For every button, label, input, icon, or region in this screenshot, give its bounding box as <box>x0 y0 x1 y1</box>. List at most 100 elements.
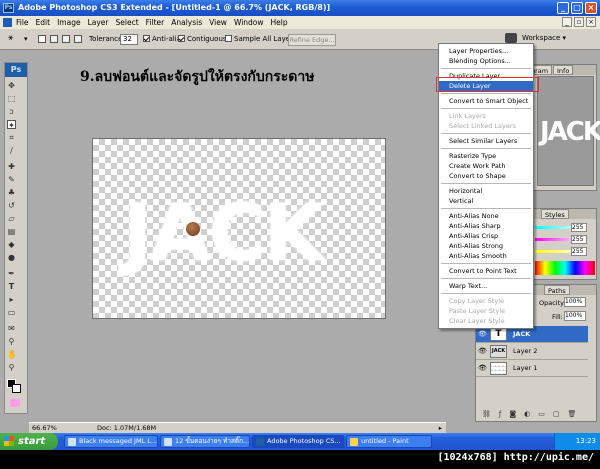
mask-icon[interactable]: ◙ <box>509 410 516 421</box>
task-browser-2[interactable]: 12 ขั้นตอนง่ายๆ ทำสติ๊ก... <box>160 435 250 448</box>
eraser-tool-icon[interactable]: ▱ <box>7 214 16 223</box>
context-menu-item[interactable]: Convert to Point Text <box>439 266 533 276</box>
marquee-tool-icon[interactable]: ⬚ <box>7 94 16 103</box>
background-color-swatch[interactable] <box>12 384 21 393</box>
context-menu-item[interactable]: Convert to Shape <box>439 171 533 181</box>
doc-close-icon[interactable]: × <box>586 17 596 27</box>
brush-tool-icon[interactable]: ✎ <box>7 175 16 184</box>
eye-icon[interactable]: 👁 <box>478 347 487 355</box>
context-menu-item[interactable]: Convert to Smart Object <box>439 96 533 106</box>
context-menu-item[interactable]: Warp Text... <box>439 281 533 291</box>
subtract-selection-icon[interactable] <box>62 35 70 43</box>
context-menu-item[interactable]: Vertical <box>439 196 533 206</box>
add-selection-icon[interactable] <box>50 35 58 43</box>
bridge-icon[interactable] <box>505 33 517 43</box>
quick-mask-icon[interactable] <box>10 399 20 407</box>
menu-filter[interactable]: Filter <box>146 18 165 27</box>
task-browser-1[interactable]: Black messaged JML L... <box>64 435 158 448</box>
context-menu-item[interactable]: Rasterize Type <box>439 151 533 161</box>
blur-tool-icon[interactable]: ◆ <box>7 240 16 249</box>
menu-image[interactable]: Image <box>57 18 81 27</box>
start-button[interactable]: start <box>0 433 58 450</box>
context-menu-item[interactable]: Anti-Alias Crisp <box>439 231 533 241</box>
eye-icon[interactable]: 👁 <box>478 364 487 372</box>
context-menu-item[interactable]: Create Work Path <box>439 161 533 171</box>
clone-stamp-icon[interactable]: ♣ <box>7 188 16 197</box>
color-spectrum[interactable] <box>535 261 595 275</box>
color-value-r[interactable]: 255 <box>571 223 587 232</box>
tab-styles[interactable]: Styles <box>541 209 569 219</box>
dodge-tool-icon[interactable]: ● <box>7 253 16 262</box>
lasso-tool-icon[interactable]: ↄ <box>7 107 16 116</box>
context-menu-item[interactable]: Horizontal <box>439 186 533 196</box>
path-selection-icon[interactable]: ▸ <box>7 295 16 304</box>
menu-window[interactable]: Window <box>234 18 264 27</box>
context-menu-item[interactable]: Anti-Alias Strong <box>439 241 533 251</box>
document-canvas[interactable]: JACK <box>92 138 386 319</box>
fx-icon[interactable]: ƒ <box>499 410 501 421</box>
tab-paths[interactable]: Paths <box>544 285 570 295</box>
new-layer-icon[interactable]: ▢ <box>553 410 560 421</box>
zoom-level[interactable]: 66.67% <box>32 423 57 433</box>
workspace-button[interactable]: Workspace ▾ <box>522 34 566 42</box>
context-menu-item[interactable]: Anti-Alias Smooth <box>439 251 533 261</box>
clock[interactable]: 13:23 <box>576 437 596 445</box>
context-menu-item[interactable]: Layer Properties... <box>439 46 533 56</box>
folder-icon[interactable]: ▭ <box>538 410 545 421</box>
opacity-input[interactable]: 100% <box>564 297 586 307</box>
menu-view[interactable]: View <box>209 18 227 27</box>
context-menu-item[interactable]: Select Similar Layers <box>439 136 533 146</box>
tool-preset-arrow-icon[interactable]: ▾ <box>24 35 28 43</box>
color-value-g[interactable]: 255 <box>571 235 587 244</box>
menu-file[interactable]: File <box>16 18 29 27</box>
eye-icon[interactable]: 👁 <box>478 330 487 338</box>
trash-icon[interactable]: 🗑 <box>568 410 577 421</box>
eyedropper-tool-icon[interactable]: ⚲ <box>7 337 16 346</box>
zoom-tool-icon[interactable]: ⚲ <box>7 363 16 372</box>
close-icon[interactable]: × <box>585 2 597 14</box>
layer-name[interactable]: JACK <box>513 330 530 338</box>
doc-minimize-icon[interactable]: _ <box>562 17 572 27</box>
menu-select[interactable]: Select <box>116 18 139 27</box>
context-menu-item[interactable]: Anti-Alias None <box>439 211 533 221</box>
contiguous-checkbox[interactable]: Contiguous <box>178 35 227 43</box>
move-tool-icon[interactable]: ✥ <box>7 81 16 90</box>
crop-tool-icon[interactable]: ⌗ <box>7 133 16 142</box>
new-selection-icon[interactable] <box>38 35 46 43</box>
menu-analysis[interactable]: Analysis <box>171 18 202 27</box>
doc-restore-icon[interactable]: ▫ <box>574 17 584 27</box>
menu-layer[interactable]: Layer <box>88 18 109 27</box>
tolerance-input[interactable]: 32 <box>120 34 138 45</box>
link-icon[interactable]: ⛓ <box>482 410 491 421</box>
fill-input[interactable]: 100% <box>564 311 586 321</box>
pen-tool-icon[interactable]: ✒ <box>7 269 16 278</box>
adjustment-icon[interactable]: ◐ <box>524 410 530 421</box>
context-menu-item[interactable]: Blending Options... <box>439 56 533 66</box>
tab-info[interactable]: Info <box>553 65 574 75</box>
layer-name[interactable]: Layer 1 <box>513 364 537 372</box>
shape-tool-icon[interactable]: ▭ <box>7 308 16 317</box>
refine-edge-button[interactable]: Refine Edge... <box>288 34 336 46</box>
status-arrow-icon[interactable]: ▸ <box>439 423 442 433</box>
layer-name[interactable]: Layer 2 <box>513 347 537 355</box>
task-photoshop[interactable]: Adobe Photoshop CS... <box>252 435 344 448</box>
task-paint[interactable]: untitled - Paint <box>346 435 432 448</box>
layer-row-layer2[interactable]: 👁 JACK Layer 2 <box>476 343 588 360</box>
color-value-b[interactable]: 255 <box>571 247 587 256</box>
gradient-tool-icon[interactable]: ▤ <box>7 227 16 236</box>
intersect-selection-icon[interactable] <box>74 35 82 43</box>
magic-wand-icon[interactable]: ⚹ <box>8 33 13 43</box>
notes-tool-icon[interactable]: ✉ <box>7 324 16 333</box>
type-tool-icon[interactable]: T <box>7 282 16 291</box>
navigator-preview[interactable]: JACK <box>537 76 600 186</box>
layer-row-layer1[interactable]: 👁 Layer 1 <box>476 360 588 377</box>
history-brush-icon[interactable]: ↺ <box>7 201 16 210</box>
menu-edit[interactable]: Edit <box>36 18 51 27</box>
menu-help[interactable]: Help <box>271 18 288 27</box>
maximize-icon[interactable]: □ <box>571 2 583 14</box>
context-menu-item[interactable]: Anti-Alias Sharp <box>439 221 533 231</box>
magic-wand-tool-icon[interactable]: ✦ <box>7 120 16 130</box>
hand-tool-icon[interactable]: ✋ <box>7 350 17 359</box>
sample-all-layers-checkbox[interactable]: Sample All Layers <box>225 35 297 43</box>
healing-brush-icon[interactable]: ✚ <box>7 162 16 171</box>
